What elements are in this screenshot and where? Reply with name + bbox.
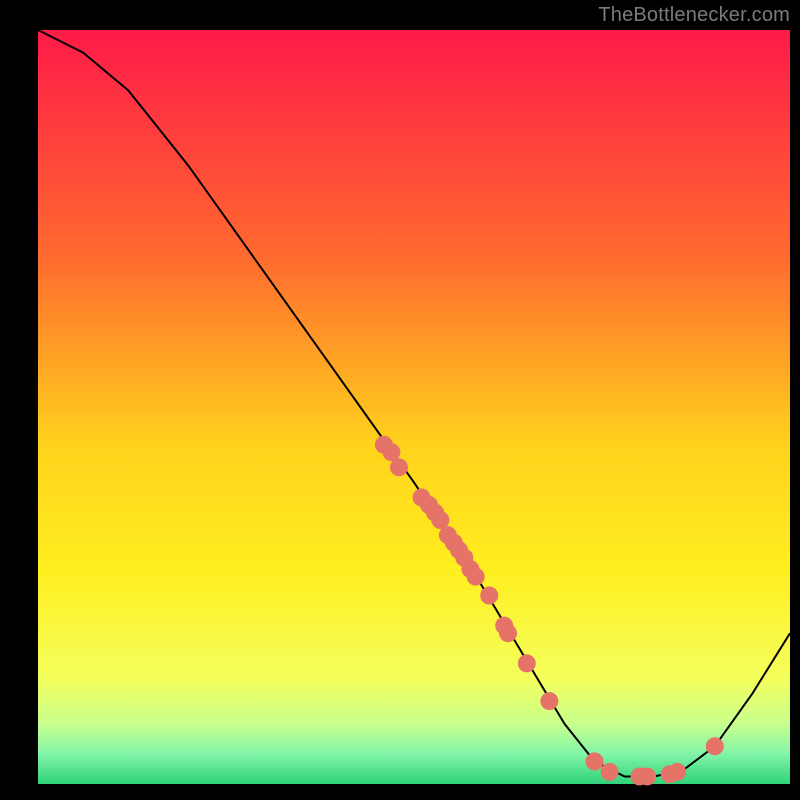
data-point — [480, 587, 498, 605]
bottleneck-curve-chart — [0, 0, 800, 800]
data-point — [668, 763, 686, 781]
data-point — [518, 654, 536, 672]
data-point — [390, 458, 408, 476]
data-point — [467, 568, 485, 586]
data-point — [585, 752, 603, 770]
data-point — [638, 767, 656, 785]
gradient-background — [38, 30, 790, 784]
data-point — [540, 692, 558, 710]
data-point — [706, 737, 724, 755]
data-point — [601, 763, 619, 781]
data-point — [499, 624, 517, 642]
